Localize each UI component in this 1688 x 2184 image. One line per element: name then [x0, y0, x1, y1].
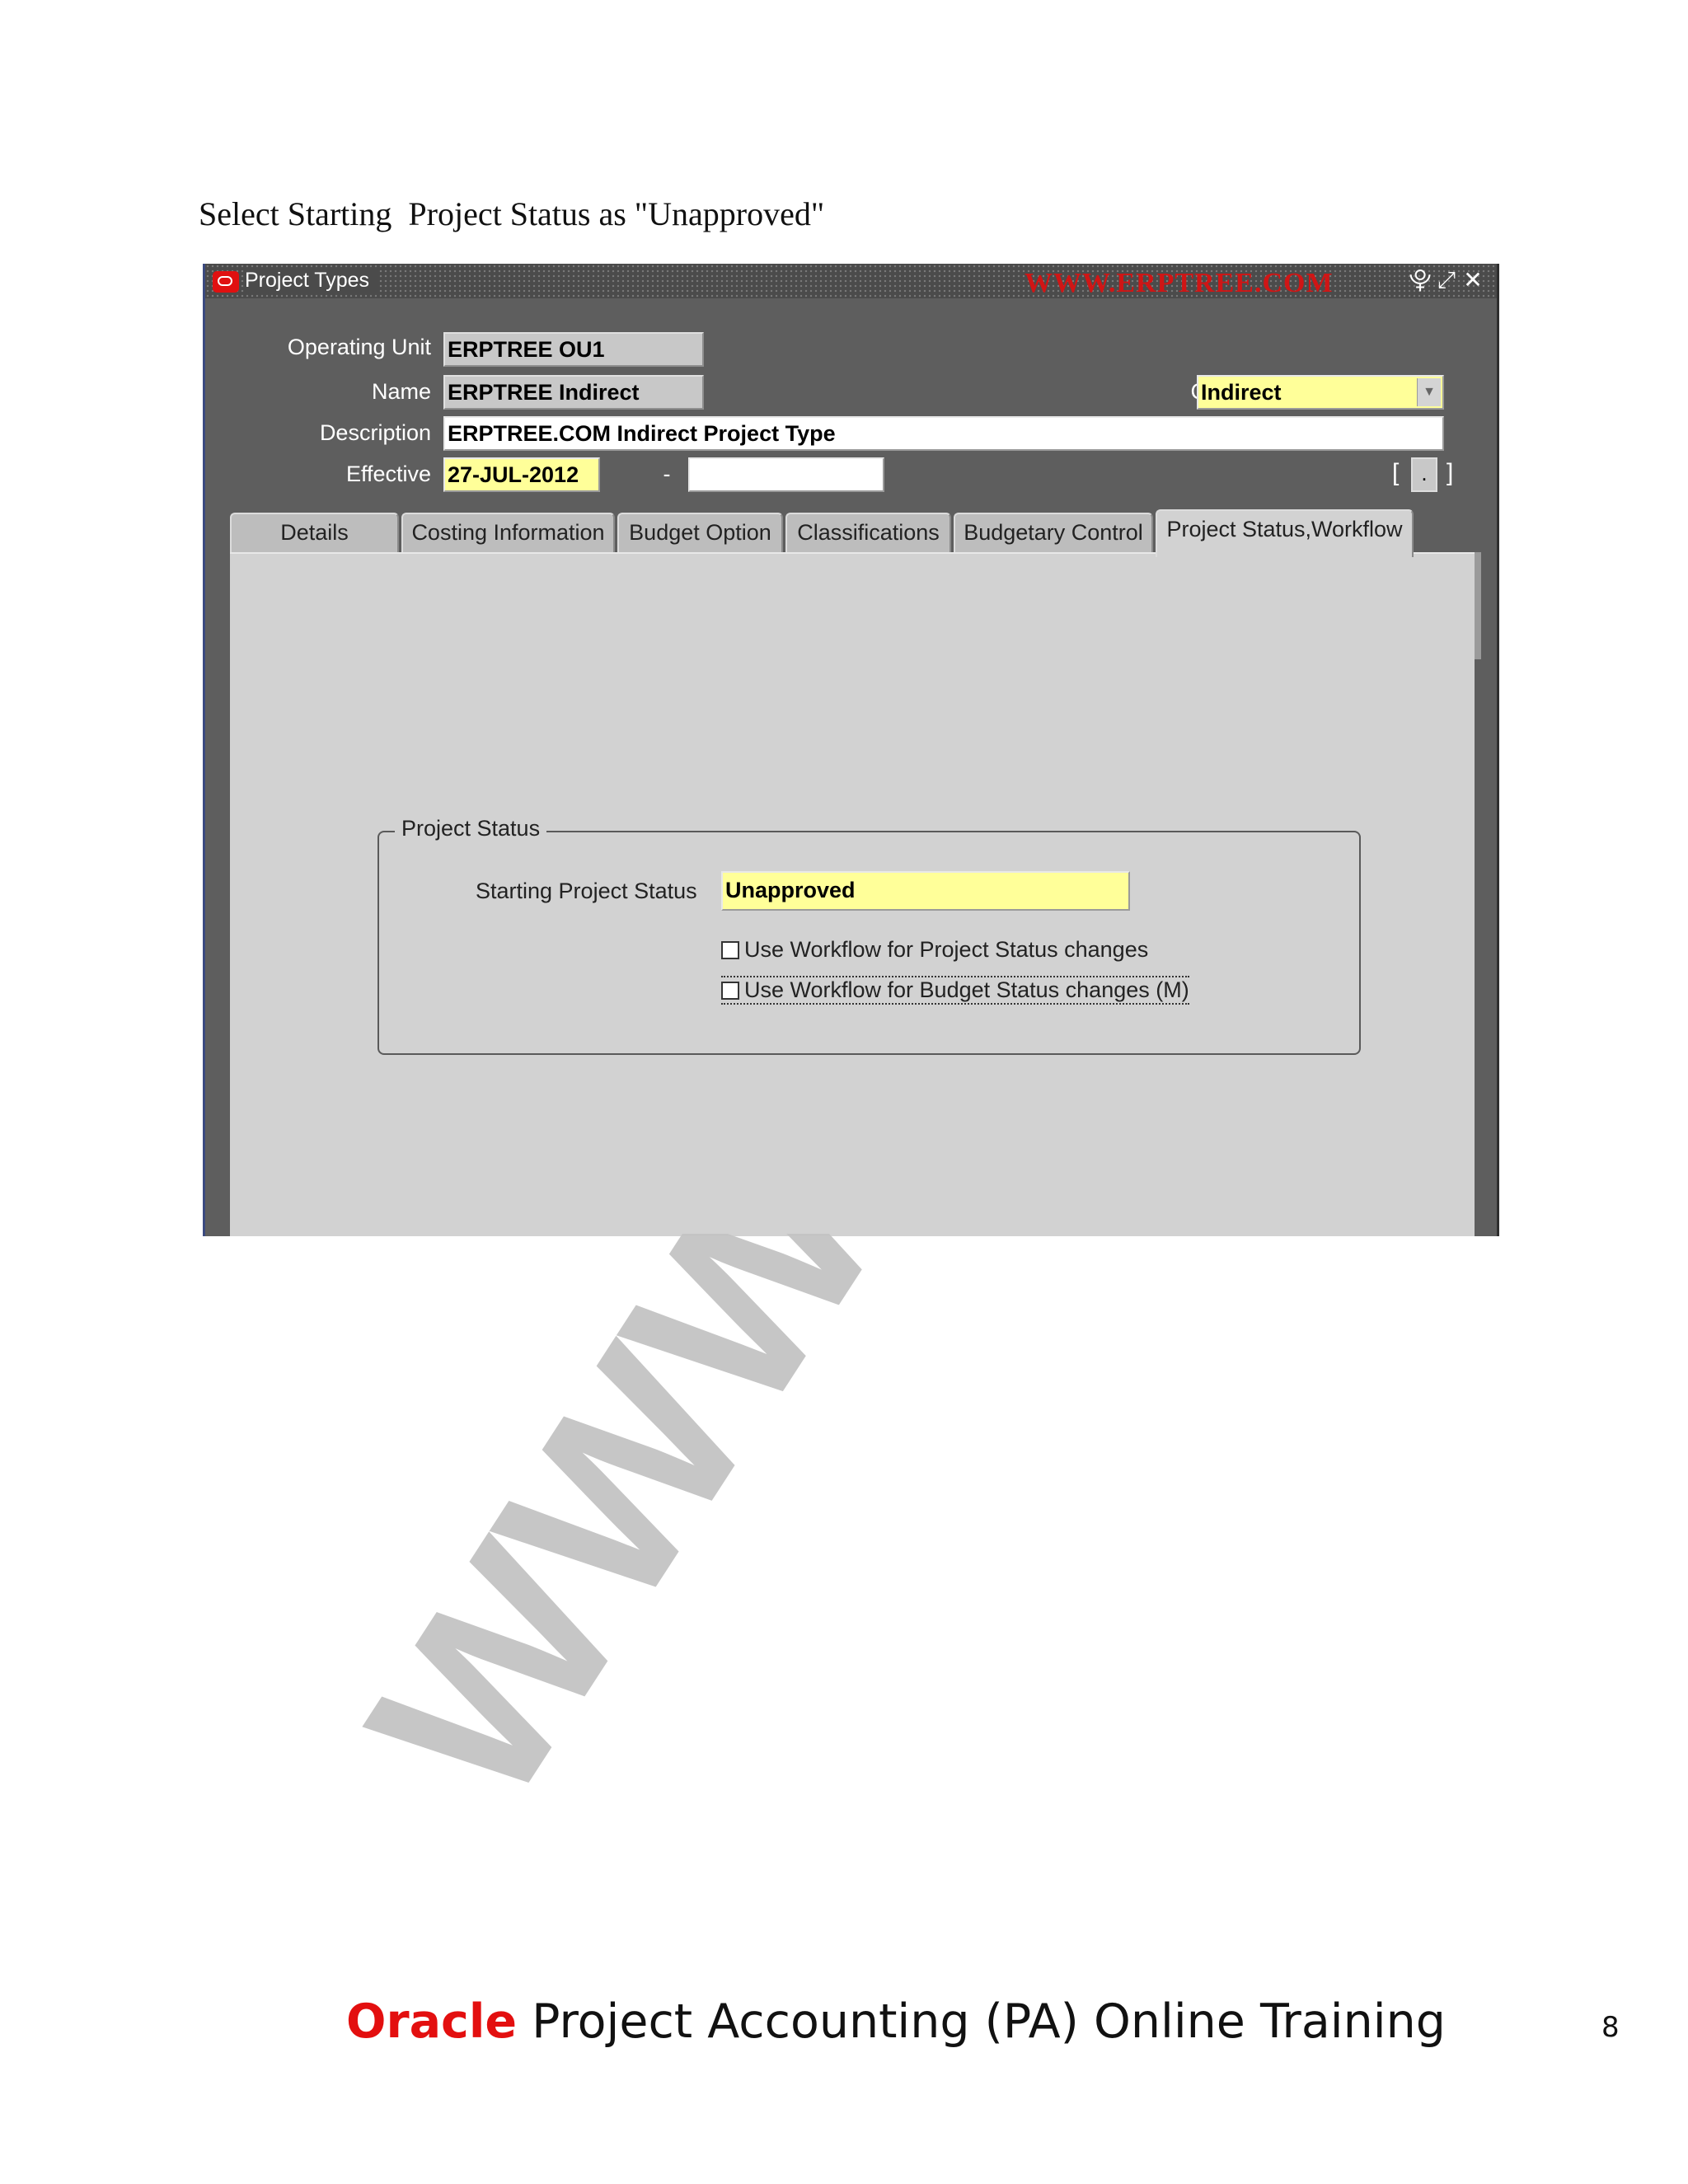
maximize-icon[interactable]: ⤢ — [1434, 265, 1459, 295]
panel-scrollbar[interactable] — [1475, 552, 1481, 659]
tab-budgetary-control[interactable]: Budgetary Control — [954, 513, 1153, 552]
window-title: Project Types — [245, 269, 378, 293]
starting-project-status-label: Starting Project Status — [476, 879, 697, 903]
workflow-budget-status-label: Use Workflow for Budget Status changes (… — [721, 976, 1189, 1005]
operating-unit-field[interactable]: ERPTREE OU1 — [443, 332, 704, 367]
close-icon[interactable]: ✕ — [1461, 265, 1485, 295]
watermark-area: WWW.ERPTREE.COM — [0, 1234, 1688, 1893]
footer-title: Oracle Project Accounting (PA) Online Tr… — [346, 1994, 1446, 2049]
starting-project-status-field[interactable]: Unapproved — [721, 871, 1130, 911]
project-types-window: Project Types WWW.ERPTREE.COM ⯓ ⤢ ✕ Oper… — [203, 264, 1499, 1236]
effective-to-field[interactable] — [688, 457, 884, 492]
class-value: Indirect — [1201, 380, 1282, 405]
page-number: 8 — [1601, 2011, 1620, 2044]
page-watermark: WWW.ERPTREE.COM — [313, 1234, 1688, 1850]
effective-from-field[interactable]: 27-JUL-2012 — [443, 457, 600, 492]
window-titlebar: Project Types WWW.ERPTREE.COM ⯓ ⤢ ✕ — [205, 264, 1497, 298]
description-label: Description — [319, 420, 431, 445]
footer-brand: Oracle — [346, 1994, 518, 2049]
tab-classifications[interactable]: Classifications — [785, 513, 951, 552]
effective-label: Effective — [345, 462, 431, 486]
tab-budget-option[interactable]: Budget Option — [617, 513, 783, 552]
name-label: Name — [371, 379, 431, 404]
tab-costing-information[interactable]: Costing Information — [401, 513, 615, 552]
dff-bracket-right: ] — [1447, 459, 1454, 486]
operating-unit-label: Operating Unit — [287, 335, 431, 359]
class-field[interactable]: Indirect ▼ — [1197, 375, 1444, 410]
project-status-group-title: Project Status — [395, 816, 547, 841]
oracle-logo-icon — [213, 271, 239, 293]
footer-text: Project Accounting (PA) Online Training — [517, 1994, 1446, 2049]
description-field[interactable]: ERPTREE.COM Indirect Project Type — [443, 416, 1444, 451]
workflow-project-status-label: Use Workflow for Project Status changes — [744, 937, 1149, 962]
tab-details[interactable]: Details — [230, 513, 399, 552]
tab-project-status-workflow[interactable]: Project Status,Workflow — [1156, 509, 1414, 557]
name-field[interactable]: ERPTREE Indirect — [443, 375, 704, 410]
effective-dash: - — [663, 462, 671, 486]
minimize-icon[interactable]: ⯓ — [1408, 265, 1432, 295]
chevron-down-icon[interactable]: ▼ — [1417, 378, 1441, 406]
title-watermark: WWW.ERPTREE.COM — [1025, 268, 1334, 298]
workflow-project-status-checkbox[interactable] — [721, 941, 739, 959]
instruction-text: Select Starting Project Status as "Unapp… — [199, 195, 825, 232]
dff-bracket-left: [ — [1392, 459, 1400, 486]
dff-button[interactable]: . — [1411, 457, 1437, 492]
